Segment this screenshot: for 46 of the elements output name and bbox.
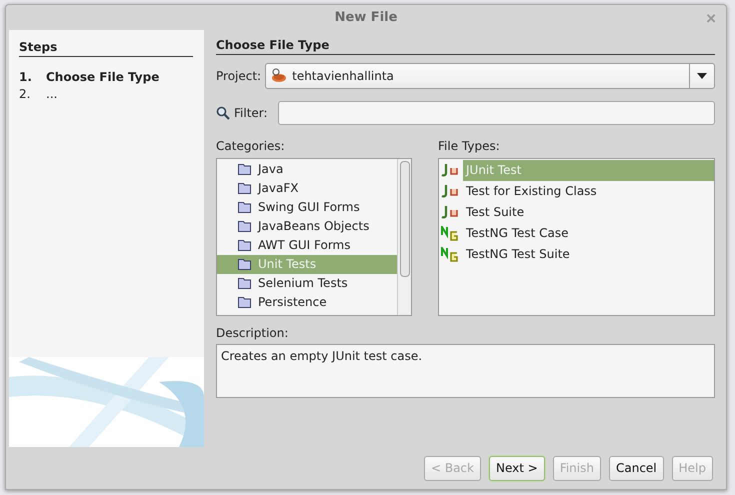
file-type-item[interactable]: Test for Existing Class <box>463 180 714 202</box>
scrollbar[interactable] <box>397 158 411 315</box>
testng-icon <box>441 226 459 241</box>
categories-label: Categories: <box>216 138 286 153</box>
file-type-item[interactable]: Test Suite <box>463 202 714 223</box>
category-item[interactable]: AWT GUI Forms <box>217 236 397 255</box>
dialog-button[interactable]: Next > <box>488 456 545 481</box>
search-icon <box>216 106 230 120</box>
file-types-label: File Types: <box>438 138 501 153</box>
caret-icon <box>697 72 707 79</box>
category-item[interactable]: JavaBeans Objects <box>217 216 397 236</box>
category-item[interactable]: Swing GUI Forms <box>217 198 397 217</box>
step-label: Choose File Type <box>46 68 160 86</box>
folder-icon <box>238 277 252 290</box>
category-item[interactable]: JavaFX <box>217 178 397 198</box>
step-number: 2. <box>19 86 32 103</box>
folder-icon <box>238 258 252 270</box>
project-dropdown[interactable]: tehtavienhallinta <box>265 62 715 89</box>
step-label: ... <box>46 86 58 103</box>
steps-heading: Steps <box>19 40 193 57</box>
junit-icon <box>441 184 459 198</box>
category-item[interactable]: Persistence <box>217 292 397 312</box>
description-text: Creates an empty JUnit test case. <box>216 344 715 398</box>
category-item[interactable]: Selenium Tests <box>217 274 397 293</box>
window-title: New File <box>334 10 398 25</box>
description-label: Description: <box>216 326 288 340</box>
section-heading: Choose File Type <box>216 38 715 55</box>
junit-icon <box>441 163 459 178</box>
project-name: tehtavienhallinta <box>292 68 394 83</box>
folder-icon <box>238 182 252 194</box>
folder-icon <box>238 296 252 308</box>
file-type-item[interactable]: TestNG Test Case <box>463 222 714 244</box>
filter-label: Filter: <box>234 106 268 120</box>
junit-icon <box>441 205 459 220</box>
testng-icon <box>441 246 459 262</box>
folder-icon <box>238 201 252 214</box>
folder-icon <box>238 163 252 176</box>
folder-icon <box>238 220 252 232</box>
project-label: Project: <box>216 68 262 83</box>
file-type-item[interactable]: TestNG Test Suite <box>463 244 714 265</box>
dialog-button[interactable]: Cancel <box>608 456 664 481</box>
scroll-thumb[interactable] <box>400 160 410 277</box>
filter-field[interactable] <box>278 100 715 125</box>
step-number: 1. <box>19 68 33 86</box>
category-item[interactable]: Java <box>217 160 397 179</box>
folder-icon <box>238 239 252 252</box>
